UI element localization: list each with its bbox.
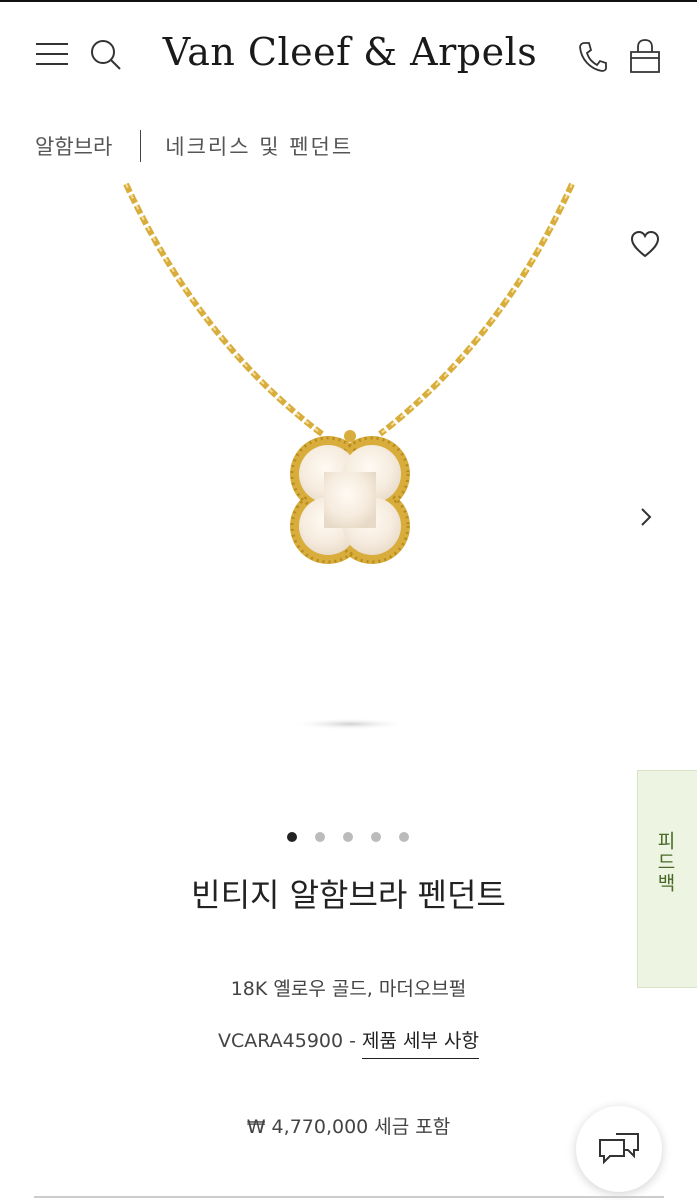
chevron-right-icon[interactable] xyxy=(638,506,654,528)
product-image xyxy=(123,182,575,730)
shopping-bag-icon[interactable] xyxy=(628,38,662,74)
chat-button[interactable] xyxy=(576,1106,662,1192)
carousel-dot-3[interactable] xyxy=(343,832,353,842)
heart-icon[interactable] xyxy=(630,230,660,258)
brand-logo[interactable]: Van Cleef & Arpels xyxy=(140,30,560,74)
feedback-tab[interactable]: 피드백 xyxy=(637,770,697,988)
feedback-tab-label: 피드백 xyxy=(654,831,676,894)
carousel-dot-4[interactable] xyxy=(371,832,381,842)
site-header: Van Cleef & Arpels xyxy=(0,2,697,98)
menu-icon[interactable] xyxy=(36,42,68,66)
carousel-pagination xyxy=(287,832,409,842)
breadcrumb-separator xyxy=(140,130,142,162)
carousel-dot-5[interactable] xyxy=(399,832,409,842)
product-material: 18K 옐로우 골드, 마더오브펄 xyxy=(230,978,467,1000)
divider xyxy=(34,1196,664,1198)
product-details-link[interactable]: 제품 세부 사항 xyxy=(362,1030,480,1059)
breadcrumb-item-necklaces[interactable]: 네크리스 및 펜던트 xyxy=(165,131,353,161)
carousel-dot-2[interactable] xyxy=(315,832,325,842)
product-reference: VCARA45900 - 제품 세부 사항 xyxy=(0,1026,697,1059)
chat-icon xyxy=(599,1133,639,1165)
product-title: 빈티지 알함브라 펜던트 xyxy=(191,876,506,914)
carousel-dot-1[interactable] xyxy=(287,832,297,842)
product-reference-code: VCARA45900 - xyxy=(217,1030,363,1052)
phone-icon[interactable] xyxy=(578,40,608,72)
breadcrumb-item-alhambra[interactable]: 알함브라 xyxy=(35,131,112,161)
search-icon[interactable] xyxy=(90,38,122,72)
breadcrumb: 알함브라 네크리스 및 펜던트 xyxy=(35,128,353,164)
product-image-gallery[interactable] xyxy=(0,180,697,760)
